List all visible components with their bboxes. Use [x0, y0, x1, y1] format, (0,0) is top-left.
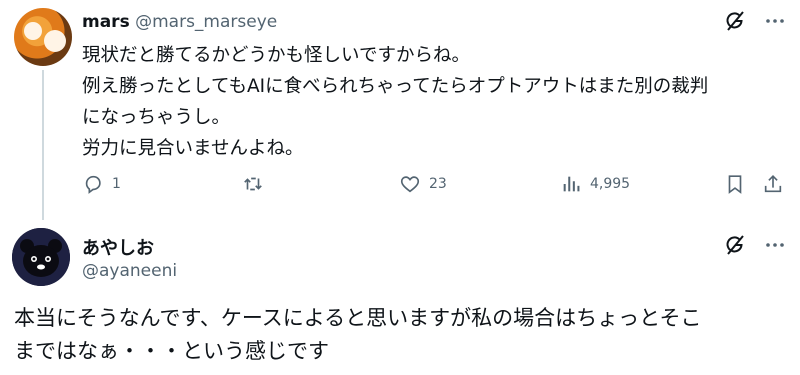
author-handle[interactable]: @mars_marseye	[135, 12, 277, 32]
post-text: 本当にそうなんです、ケースによると思いますが私の場合はちょっとそこ まではなぁ・…	[14, 306, 702, 363]
more-icon[interactable]	[762, 8, 788, 34]
author-name[interactable]: mars	[82, 12, 130, 32]
bookmark-button[interactable]	[724, 170, 746, 198]
focused-post: あやしお @ayaneeni 本当にそうなんです、ケースによると思いますが私の場…	[0, 214, 800, 375]
share-button[interactable]	[762, 170, 784, 198]
like-count: 23	[429, 176, 447, 192]
views-icon	[563, 176, 580, 192]
reply-button[interactable]: 1	[82, 170, 121, 198]
more-icon[interactable]	[762, 232, 788, 258]
thread-line	[42, 70, 44, 220]
repost-icon	[244, 177, 262, 191]
reply-count: 1	[112, 176, 121, 192]
post-top-icons	[722, 8, 788, 34]
bookmark-icon	[728, 175, 742, 194]
post-text: 現状だと勝てるかどうかも怪しいですからね。 例え勝ったとしてもAIに食べられちゃ…	[82, 45, 709, 159]
action-bar: 1 23 4,995	[82, 170, 792, 198]
reply-post: mars @mars_marseye 現状だと勝てるかどうかも怪しいですからね。…	[0, 0, 800, 220]
views-count: 4,995	[590, 176, 631, 192]
repost-button[interactable]	[242, 170, 272, 198]
post-header: mars @mars_marseye	[82, 12, 277, 32]
share-icon	[764, 175, 782, 193]
heart-icon	[400, 176, 420, 193]
views-button[interactable]: 4,995	[560, 170, 630, 198]
grok-icon[interactable]	[722, 8, 748, 34]
avatar[interactable]	[12, 228, 70, 286]
reply-icon	[85, 175, 101, 194]
avatar[interactable]	[14, 8, 72, 66]
like-button[interactable]: 23	[399, 170, 447, 198]
author-handle[interactable]: @ayaneeni	[82, 261, 177, 281]
bear-avatar-icon	[12, 228, 70, 286]
post-top-icons	[722, 232, 788, 258]
author-name[interactable]: あやしお	[82, 234, 154, 260]
grok-icon[interactable]	[722, 232, 748, 258]
